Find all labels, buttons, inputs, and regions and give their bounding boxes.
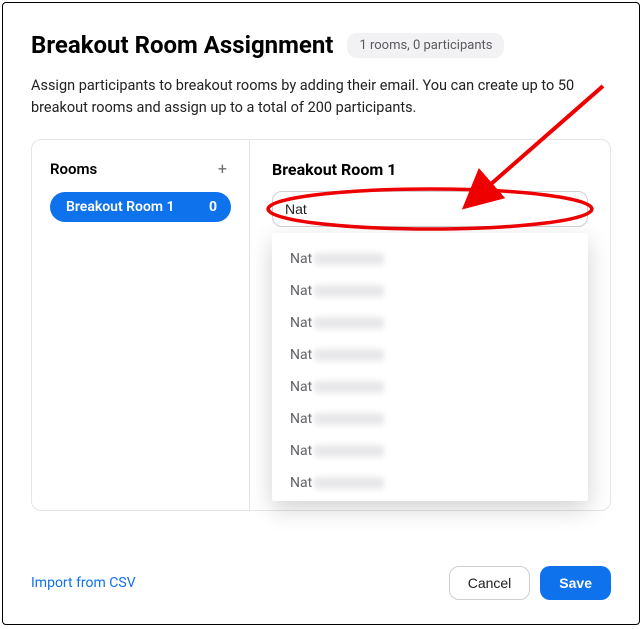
suggestion-prefix: Nat <box>290 283 312 299</box>
suggestion-prefix: Nat <box>290 475 312 491</box>
modal-footer: Import from CSV Cancel Save <box>31 566 611 600</box>
modal-description: Assign participants to breakout rooms by… <box>31 75 611 119</box>
suggestion-prefix: Nat <box>290 379 312 395</box>
email-input-wrap: Nat Nat Nat Nat Nat Nat <box>272 191 588 227</box>
suggestion-item[interactable]: Nat <box>272 339 588 371</box>
suggestion-blur <box>314 381 384 393</box>
room-item-count: 0 <box>209 199 217 215</box>
suggestion-blur <box>314 413 384 425</box>
room-item-label: Breakout Room 1 <box>66 199 175 215</box>
breakout-room-modal: Breakout Room Assignment 1 rooms, 0 part… <box>2 2 640 625</box>
assignment-panel: Rooms + Breakout Room 1 0 Breakout Room … <box>31 139 611 511</box>
suggestion-blur <box>314 317 384 329</box>
sidebar-title: Rooms <box>50 160 97 178</box>
rooms-sidebar: Rooms + Breakout Room 1 0 <box>32 140 250 510</box>
suggestion-prefix: Nat <box>290 315 312 331</box>
save-button[interactable]: Save <box>540 566 611 600</box>
suggestion-blur <box>314 445 384 457</box>
suggestion-item[interactable]: Nat <box>272 403 588 435</box>
suggestion-item[interactable]: Nat <box>272 371 588 403</box>
suggestion-item[interactable]: Nat <box>272 243 588 275</box>
suggestion-prefix: Nat <box>290 251 312 267</box>
room-item-1[interactable]: Breakout Room 1 0 <box>50 192 231 222</box>
suggestion-item[interactable]: Nat <box>272 275 588 307</box>
add-room-icon[interactable]: + <box>214 161 231 177</box>
suggestion-blur <box>314 349 384 361</box>
room-heading: Breakout Room 1 <box>272 160 588 179</box>
suggestion-item[interactable]: Nat <box>272 467 588 499</box>
suggestion-blur <box>314 477 384 489</box>
suggestion-dropdown: Nat Nat Nat Nat Nat Nat <box>272 233 588 501</box>
room-count-badge: 1 rooms, 0 participants <box>347 33 504 58</box>
cancel-button[interactable]: Cancel <box>449 566 531 600</box>
modal-header: Breakout Room Assignment 1 rooms, 0 part… <box>31 31 611 59</box>
suggestion-item[interactable]: Nat <box>272 435 588 467</box>
footer-buttons: Cancel Save <box>449 566 611 600</box>
sidebar-header: Rooms + <box>50 160 231 178</box>
suggestion-blur <box>314 253 384 265</box>
participant-email-input[interactable] <box>272 191 588 227</box>
room-detail-area: Breakout Room 1 Nat Nat Nat <box>250 140 610 510</box>
modal-title: Breakout Room Assignment <box>31 31 333 59</box>
import-csv-link[interactable]: Import from CSV <box>31 575 136 591</box>
suggestion-blur <box>314 285 384 297</box>
suggestion-prefix: Nat <box>290 347 312 363</box>
suggestion-prefix: Nat <box>290 411 312 427</box>
suggestion-item[interactable]: Nat <box>272 307 588 339</box>
suggestion-prefix: Nat <box>290 443 312 459</box>
